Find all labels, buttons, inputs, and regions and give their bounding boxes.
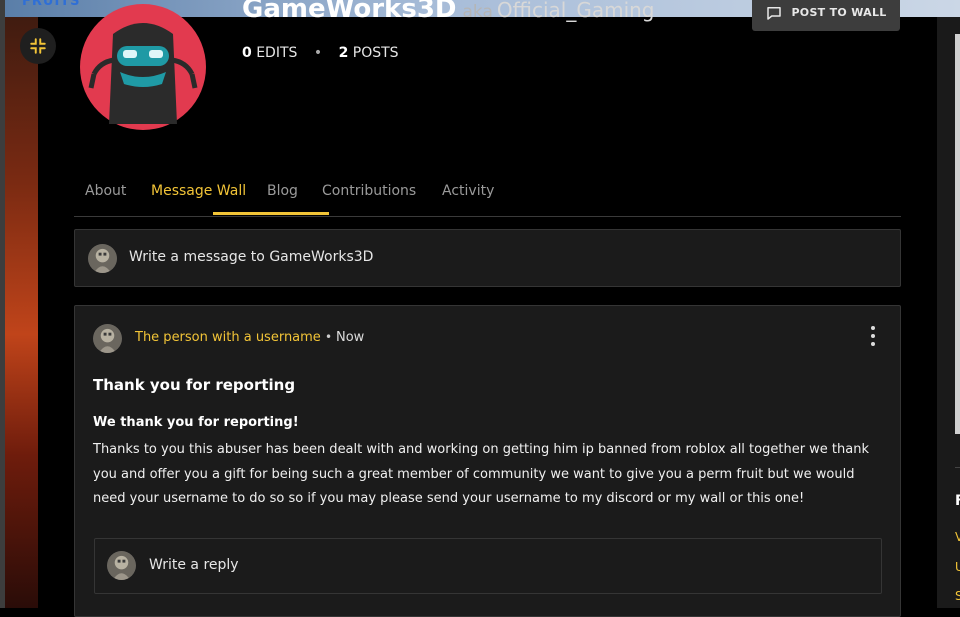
- posts-label[interactable]: POSTS: [353, 45, 399, 61]
- profile-tabs: About Message Wall Blog Contributions Ac…: [74, 170, 901, 217]
- profile-title: GameWorks3D aka Official_Gaming: [242, 0, 655, 24]
- site-logo[interactable]: FRUITS: [22, 0, 81, 9]
- rail-link[interactable]: U: [955, 560, 960, 574]
- profile-avatar[interactable]: [80, 4, 206, 130]
- reply-avatar-image: [107, 551, 136, 580]
- post-author-link[interactable]: The person with a username: [135, 330, 321, 345]
- post-to-wall-label: POST TO WALL: [791, 6, 887, 19]
- post-to-wall-button[interactable]: POST TO WALL: [752, 0, 900, 31]
- reply-input-placeholder[interactable]: Write a reply: [149, 557, 239, 573]
- profile-alias: Official_Gaming: [496, 0, 655, 22]
- edits-count: 0: [242, 45, 252, 61]
- aka-label: aka: [462, 2, 493, 22]
- tab-activity[interactable]: Activity: [442, 183, 494, 199]
- background-art-strip: [0, 0, 38, 608]
- message-composer[interactable]: Write a message to GameWorks3D: [74, 229, 901, 287]
- tab-about[interactable]: About: [85, 183, 126, 199]
- profile-username: GameWorks3D: [242, 0, 457, 24]
- reply-user-avatar: [107, 551, 136, 580]
- post-timestamp[interactable]: Now: [336, 330, 364, 345]
- right-rail: F V U S: [937, 17, 960, 608]
- post-title: Thank you for reporting: [93, 376, 296, 394]
- posts-count: 2: [338, 45, 349, 61]
- tab-message-wall[interactable]: Message Wall: [151, 183, 246, 199]
- profile-stats: 0 EDITS • 2 POSTS: [242, 45, 399, 61]
- user-avatar-image: [88, 244, 117, 273]
- post-body: Thanks to you this abuser has been dealt…: [93, 442, 870, 506]
- post-lead: We thank you for reporting!: [93, 415, 299, 430]
- collapse-button[interactable]: [20, 28, 56, 64]
- message-input-placeholder[interactable]: Write a message to GameWorks3D: [129, 249, 373, 265]
- reply-composer[interactable]: Write a reply: [94, 538, 882, 594]
- stats-separator: •: [313, 45, 323, 61]
- rail-divider: [955, 467, 960, 468]
- author-avatar-image: [93, 324, 122, 353]
- post-options-icon[interactable]: [865, 326, 881, 346]
- comment-icon: [767, 6, 782, 20]
- author-avatar[interactable]: [93, 324, 122, 353]
- rail-link[interactable]: V: [955, 530, 960, 544]
- rail-heading: F: [955, 493, 960, 509]
- meta-separator: •: [325, 330, 333, 344]
- tab-contributions[interactable]: Contributions: [322, 183, 416, 199]
- collapse-icon: [30, 38, 46, 54]
- wall-post: The person with a username • Now Thank y…: [74, 305, 901, 617]
- rail-link[interactable]: S: [955, 589, 960, 603]
- active-tab-indicator: [213, 212, 329, 215]
- left-edge: [0, 0, 5, 608]
- tab-blog[interactable]: Blog: [267, 183, 298, 199]
- edits-label[interactable]: EDITS: [256, 45, 297, 61]
- user-avatar: [88, 244, 117, 273]
- rail-scrollbar[interactable]: [955, 34, 960, 434]
